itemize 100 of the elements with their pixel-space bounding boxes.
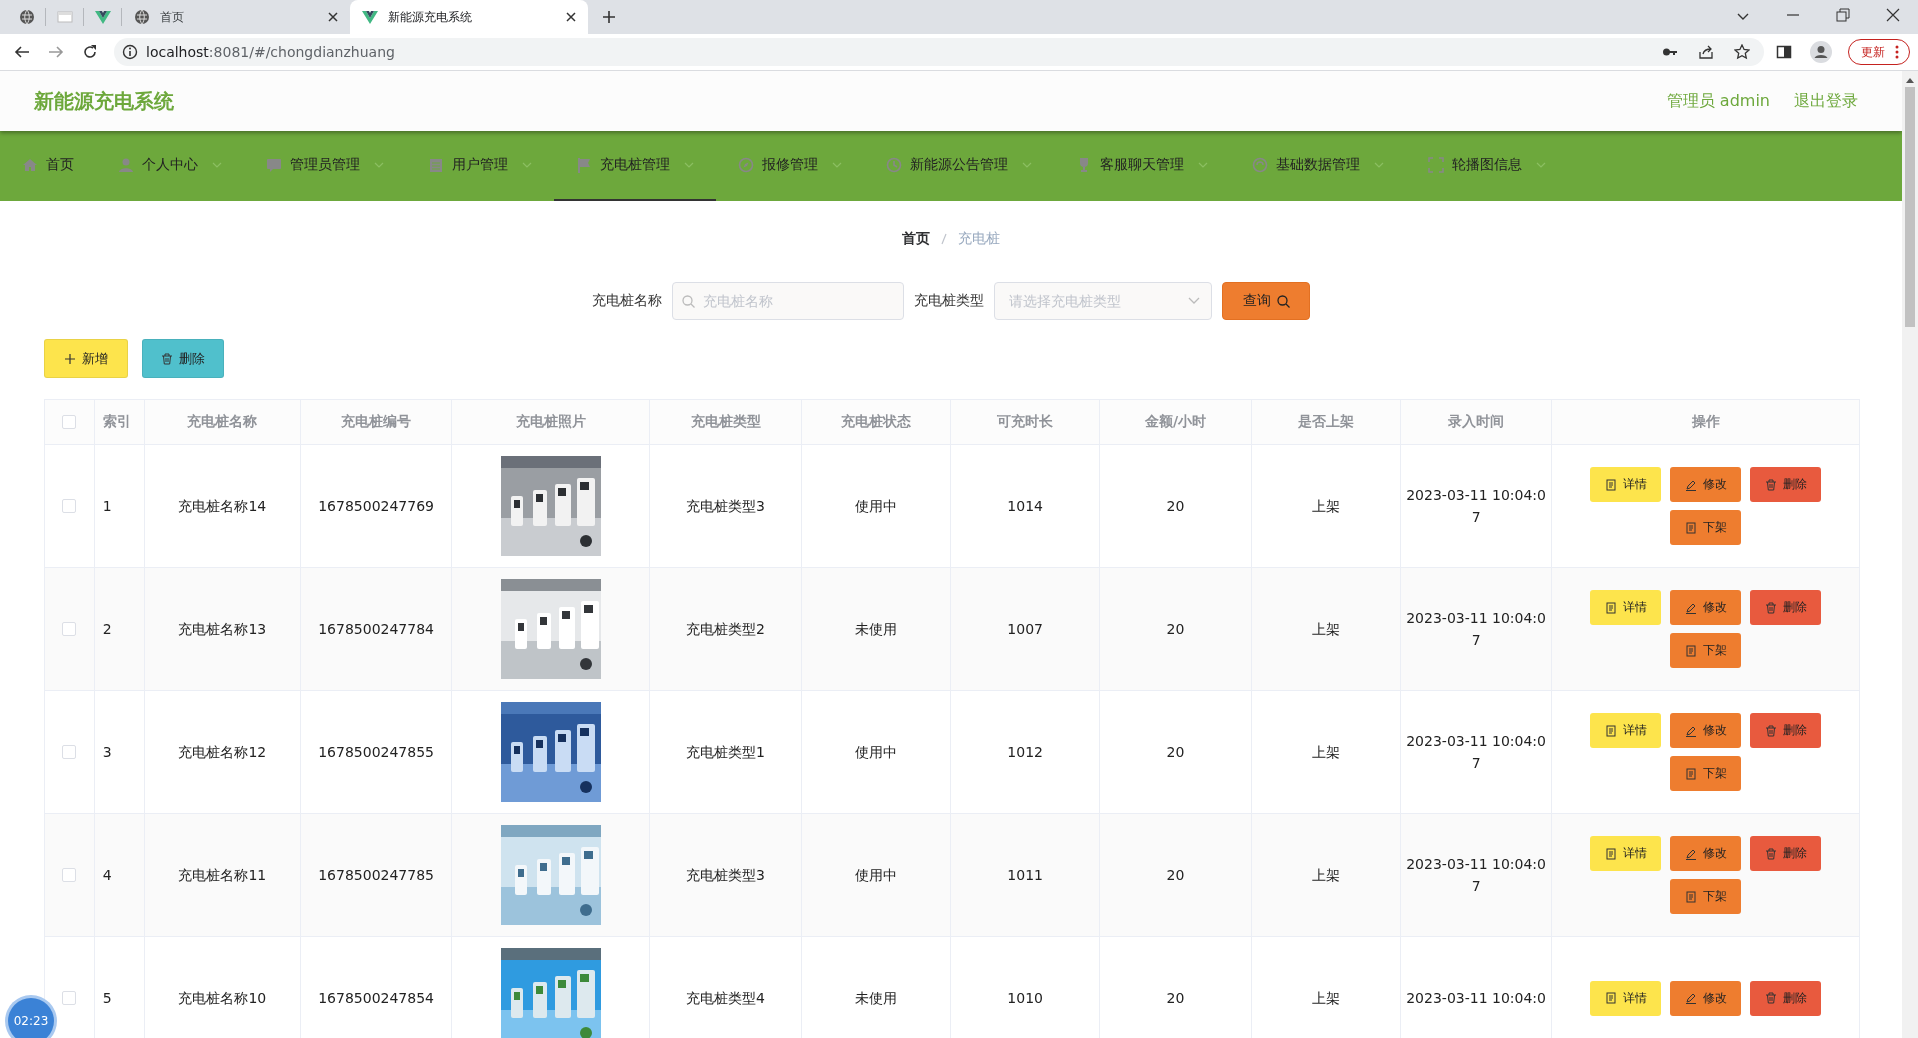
back-icon[interactable] [14, 44, 30, 60]
update-button[interactable]: 更新 [1848, 39, 1910, 65]
table-cell-text: 上架 [1311, 497, 1340, 516]
nav-item[interactable]: 首页 [22, 131, 96, 201]
pencil-icon [1684, 478, 1697, 491]
checkbox[interactable] [62, 622, 77, 636]
nav-item[interactable]: 个人中心 [96, 131, 244, 201]
table-cell-text: 上架 [1311, 866, 1340, 885]
table-cell-text: 上架 [1311, 989, 1340, 1008]
table-cell-text: 1678500247855 [318, 743, 434, 762]
forward-icon[interactable] [48, 44, 64, 60]
pencil-icon [1684, 601, 1697, 614]
star-icon[interactable] [1734, 44, 1750, 60]
share-icon[interactable] [1698, 44, 1714, 60]
close-icon[interactable] [328, 12, 338, 22]
side-panel-icon[interactable] [1776, 44, 1792, 60]
scrollbar-thumb[interactable] [1905, 87, 1915, 327]
globe-icon [18, 9, 35, 25]
nav-item[interactable]: 轮播图信息 [1406, 131, 1568, 201]
edit-button[interactable]: 修改 [1670, 713, 1742, 748]
reload-icon[interactable] [82, 44, 98, 60]
delete-button[interactable]: 删除 [142, 339, 224, 378]
detail-button[interactable]: 详情 [1590, 713, 1662, 748]
query-button[interactable]: 查询 [1222, 282, 1310, 320]
checkbox[interactable] [62, 415, 77, 429]
detail-button[interactable]: 详情 [1590, 980, 1662, 1016]
table-cell-text: 充电桩名称10 [178, 989, 267, 1008]
nav-item[interactable]: 报修管理 [716, 131, 864, 201]
column-header: 索引 [102, 413, 131, 431]
unlist-button[interactable]: 下架 [1670, 879, 1742, 914]
column-header: 可充时长 [997, 413, 1054, 431]
column-header: 充电桩名称 [187, 413, 258, 431]
scroll-up-icon[interactable] [1906, 77, 1914, 83]
v-logo-icon [94, 9, 111, 25]
unlist-button[interactable]: 下架 [1670, 633, 1742, 668]
edit-button[interactable]: 修改 [1670, 590, 1742, 625]
fullscreen-icon [1428, 157, 1444, 173]
edit-button[interactable]: 修改 [1670, 980, 1742, 1016]
restore-icon[interactable] [1836, 8, 1850, 22]
edit-button[interactable]: 修改 [1670, 836, 1742, 871]
table-cell-text: 1678500247769 [318, 497, 434, 516]
breadcrumb-item[interactable]: 首页 [902, 230, 930, 248]
table-cell-text: 充电桩名称14 [178, 497, 267, 516]
checkbox[interactable] [62, 745, 77, 759]
breadcrumb-item: 充电桩 [958, 230, 1000, 248]
avatar-icon[interactable] [1810, 41, 1832, 63]
close-icon[interactable] [1886, 8, 1900, 22]
nav-item[interactable]: 用户管理 [406, 131, 554, 201]
chevron-down-icon [1188, 297, 1200, 305]
delete-button[interactable]: 删除 [1750, 467, 1822, 502]
scrollbar[interactable] [1902, 71, 1918, 1038]
nav-item[interactable]: 新能源公告管理 [864, 131, 1054, 201]
close-icon[interactable] [566, 12, 576, 22]
table-cell-text: 1010 [1007, 989, 1043, 1008]
column-header: 金额/小时 [1145, 413, 1207, 431]
detail-button[interactable]: 详情 [1590, 836, 1662, 871]
document-icon [1684, 767, 1697, 780]
checkbox[interactable] [62, 991, 77, 1005]
table-cell-text: 2023-03-11 10:04:07 [1405, 732, 1547, 773]
search-field[interactable]: 充电桩名称 [672, 282, 904, 320]
browser-tab[interactable]: 首页 [122, 0, 350, 34]
browser-tab[interactable]: 新能源充电系统 [350, 0, 588, 34]
checkbox[interactable] [62, 868, 77, 882]
table-cell-text: 2023-03-11 10:04:07 [1405, 609, 1547, 650]
delete-button[interactable]: 删除 [1750, 980, 1822, 1016]
detail-button[interactable]: 详情 [1590, 467, 1662, 502]
add-button[interactable]: 新增 [44, 339, 128, 378]
url-field[interactable]: localhost:8081/#/chongdianzhuang [114, 38, 1764, 66]
delete-button[interactable]: 删除 [1750, 590, 1822, 625]
detail-button[interactable]: 详情 [1590, 590, 1662, 625]
plus-icon[interactable] [602, 10, 616, 24]
column-header: 是否上架 [1298, 413, 1354, 431]
unlist-button[interactable]: 下架 [1670, 510, 1742, 545]
timer-badge[interactable]: 02:23 [8, 998, 54, 1038]
delete-button[interactable]: 删除 [1750, 836, 1822, 871]
checkbox[interactable] [62, 499, 77, 513]
unlist-button[interactable]: 下架 [1670, 756, 1742, 791]
nav-item[interactable]: 基础数据管理 [1230, 131, 1406, 201]
table-cell-text: 20 [1166, 620, 1185, 639]
table-cell-text: 3 [102, 743, 112, 762]
clock-icon [886, 157, 902, 173]
column-header: 操作 [1691, 413, 1720, 431]
nav-item[interactable]: 客服聊天管理 [1054, 131, 1230, 201]
slash-icon [940, 233, 948, 245]
table-cell-text: 未使用 [854, 989, 897, 1008]
nav-item[interactable]: 管理员管理 [244, 131, 406, 201]
table-cell-text: 2023-03-11 10:04:07 [1405, 486, 1547, 527]
calendar-icon [428, 157, 444, 173]
field-label: 充电桩类型 [914, 292, 984, 310]
table-cell-text: 上架 [1311, 620, 1340, 639]
pencil-icon [1684, 992, 1697, 1004]
table-cell-text: 20 [1166, 989, 1185, 1008]
nav-item[interactable]: 充电桩管理 [554, 131, 716, 201]
delete-button[interactable]: 删除 [1750, 713, 1822, 748]
table-cell-text: 充电桩类型4 [686, 989, 765, 1008]
edit-button[interactable]: 修改 [1670, 467, 1742, 502]
person-icon [118, 157, 134, 173]
chevron-down-icon[interactable] [1736, 12, 1750, 22]
table-cell-text: 充电桩名称12 [178, 743, 267, 762]
tab-title: 首页 [160, 8, 185, 26]
